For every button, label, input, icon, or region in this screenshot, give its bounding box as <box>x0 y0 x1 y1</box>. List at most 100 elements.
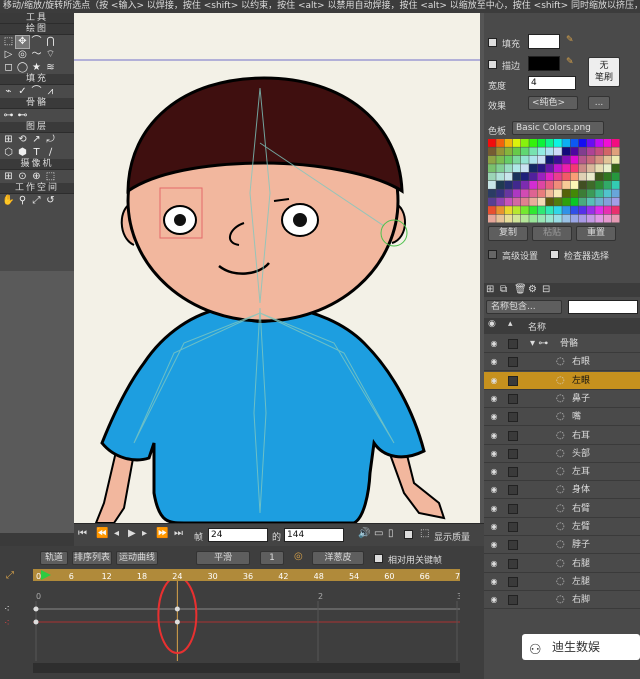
layer-row[interactable]: ◉ ▾ ⊶ 骨骼 <box>484 335 640 353</box>
palette-swatch[interactable] <box>512 181 521 189</box>
visibility-eye-icon[interactable]: ◉ <box>488 357 500 367</box>
palette-swatch[interactable] <box>545 189 554 198</box>
palette-swatch[interactable] <box>578 189 587 198</box>
paint-bucket-icon[interactable]: ⌒ <box>30 86 43 98</box>
layer-row[interactable]: ◉ ◌ 右臂 <box>484 500 640 518</box>
palette-swatch[interactable] <box>587 197 595 206</box>
palette-swatch[interactable] <box>603 147 612 156</box>
no-brush-button[interactable]: 无 笔刷 <box>588 57 620 87</box>
palette-swatch[interactable] <box>595 197 603 206</box>
lock-toggle[interactable] <box>508 430 518 441</box>
palette-swatch[interactable] <box>512 206 521 215</box>
palette-swatch[interactable] <box>504 147 513 156</box>
palette-swatch[interactable] <box>537 147 546 156</box>
fill-eyedropper-icon[interactable]: ✎ <box>566 35 574 45</box>
palette-swatch[interactable] <box>529 172 537 181</box>
last-frame-icon[interactable]: ⏭ <box>174 528 183 539</box>
lock-toggle[interactable] <box>508 448 518 459</box>
palette-swatch[interactable] <box>578 197 587 206</box>
palette-swatch[interactable] <box>603 155 612 164</box>
stroke-eyedropper-icon[interactable]: ✎ <box>566 57 574 67</box>
palette-swatch[interactable] <box>611 164 620 173</box>
palette-swatch[interactable] <box>603 172 612 181</box>
zoom-camera-icon[interactable]: ⊙ <box>16 171 29 183</box>
palette-swatch[interactable] <box>488 155 496 164</box>
palette-swatch[interactable] <box>554 214 562 223</box>
palette-swatch[interactable] <box>611 155 620 164</box>
palette-swatch[interactable] <box>537 172 546 181</box>
palette-swatch[interactable] <box>611 139 620 147</box>
palette-swatch[interactable] <box>512 189 521 198</box>
prev-key-icon[interactable]: ⏪ <box>96 528 108 539</box>
palette-swatch[interactable] <box>521 147 529 156</box>
palette-swatch[interactable] <box>562 214 570 223</box>
palette-swatch[interactable] <box>488 214 496 223</box>
copy-button[interactable]: 复制 <box>488 226 528 241</box>
palette-swatch[interactable] <box>570 147 579 156</box>
palette-swatch[interactable] <box>496 197 504 206</box>
star-icon[interactable]: ★ <box>30 62 43 74</box>
paste-button[interactable]: 粘贴 <box>532 226 572 241</box>
expand-icon[interactable]: ⤢ <box>6 570 14 581</box>
palette-swatch[interactable] <box>545 197 554 206</box>
palette-swatch[interactable] <box>603 189 612 198</box>
palette-swatch[interactable] <box>488 164 496 173</box>
palette-swatch[interactable] <box>504 164 513 173</box>
palette-swatch[interactable] <box>496 164 504 173</box>
palette-swatch[interactable] <box>595 155 603 164</box>
palette-swatch[interactable] <box>537 155 546 164</box>
lock-toggle[interactable] <box>508 595 518 606</box>
scatter-brush-icon[interactable]: 〜 <box>30 49 43 61</box>
palette-swatch[interactable] <box>595 181 603 189</box>
palette-swatch[interactable] <box>529 189 537 198</box>
palette-swatch[interactable] <box>537 197 546 206</box>
palette-swatch[interactable] <box>537 181 546 189</box>
palette-swatch[interactable] <box>570 164 579 173</box>
palette-swatch[interactable] <box>611 172 620 181</box>
lock-toggle[interactable] <box>508 503 518 514</box>
palette-swatch[interactable] <box>562 189 570 198</box>
palette-swatch[interactable] <box>512 139 521 147</box>
palette-swatch[interactable] <box>545 172 554 181</box>
palette-swatch[interactable] <box>611 181 620 189</box>
palette-swatch[interactable] <box>595 214 603 223</box>
palette-swatch[interactable] <box>562 181 570 189</box>
hand-icon[interactable]: ✋ <box>2 195 15 207</box>
lock-toggle[interactable] <box>508 558 518 569</box>
palette-swatch[interactable] <box>529 139 537 147</box>
palette-swatch[interactable] <box>504 155 513 164</box>
tab-tracks[interactable]: 轨道 <box>40 551 68 565</box>
text-icon[interactable]: T <box>30 147 43 159</box>
palette-swatch[interactable] <box>488 139 496 147</box>
add-bone-icon[interactable]: ⊷ <box>16 110 29 122</box>
lock-toggle[interactable] <box>508 576 518 587</box>
palette-swatch[interactable] <box>578 206 587 215</box>
fill-checkbox[interactable] <box>488 38 497 47</box>
palette-swatch[interactable] <box>578 214 587 223</box>
palette-swatch[interactable] <box>562 139 570 147</box>
visibility-eye-icon[interactable]: ◉ <box>488 504 500 514</box>
palette-swatch[interactable] <box>562 197 570 206</box>
layer-row[interactable]: ◉ ◌ 右耳 <box>484 427 640 445</box>
palette-swatch[interactable] <box>603 214 612 223</box>
palette-swatch[interactable] <box>554 189 562 198</box>
palette-swatch[interactable] <box>488 172 496 181</box>
palette-swatch[interactable] <box>512 164 521 173</box>
layer-row[interactable]: ◉ ◌ 右眼 <box>484 353 640 372</box>
first-frame-icon[interactable]: ⏮ <box>78 528 87 539</box>
palette-swatch[interactable] <box>512 214 521 223</box>
palette-swatch[interactable] <box>603 197 612 206</box>
palette-swatch[interactable] <box>545 147 554 156</box>
palette-swatch[interactable] <box>578 172 587 181</box>
lock-toggle[interactable] <box>508 375 518 386</box>
lock-toggle[interactable] <box>508 522 518 532</box>
layer-settings-icon[interactable]: ⚙ <box>528 284 537 295</box>
palette-swatch[interactable] <box>595 172 603 181</box>
visibility-eye-icon[interactable]: ◉ <box>488 394 500 404</box>
layer-row[interactable]: ◉ ◌ 头部 <box>484 445 640 463</box>
palette-swatch[interactable] <box>496 206 504 215</box>
lock-toggle[interactable] <box>508 339 518 349</box>
onion-skin-icon[interactable]: ◎ <box>294 551 303 562</box>
palette-swatch[interactable] <box>587 206 595 215</box>
palette-swatch[interactable] <box>554 147 562 156</box>
